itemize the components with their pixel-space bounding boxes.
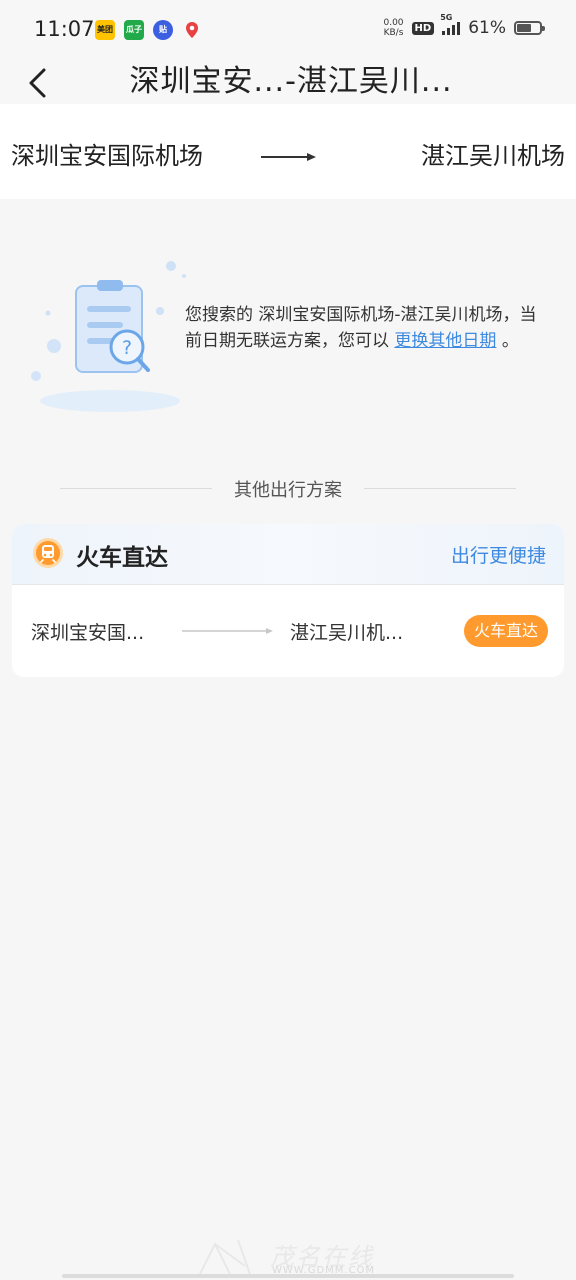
status-indicators: 0.00 KB/s HD 5G 61% [383,13,545,38]
net-speed-unit: KB/s [383,28,404,38]
net-speed-value: 0.00 [383,18,404,28]
battery-icon [514,21,545,35]
signal-icon: 5G [440,13,461,35]
card-title: 火车直达 [76,545,168,571]
more-convenient-link[interactable]: 出行更便捷 [451,541,546,568]
home-indicator[interactable] [62,1274,514,1278]
section-title: 其他出行方案 [234,480,342,501]
section-divider: 其他出行方案 [60,476,516,501]
status-bar: 11:07 美团 瓜子 贴 0.00 KB/s HD 5G 61% [0,0,576,62]
meituan-icon: 美团 [95,20,115,40]
train-direct-badge: 火车直达 [463,615,548,647]
segment-destination: 湛江吴川机... [290,622,404,644]
train-option-card[interactable]: 火车直达 出行更便捷 深圳宝安国... 湛江吴川机... 火车直达 [12,524,564,677]
route-origin: 深圳宝安国际机场 [11,142,203,170]
status-time: 11:07 [34,17,95,41]
arrow-right-icon [261,153,316,161]
back-button[interactable] [24,62,54,104]
route-header: 深圳宝安国际机场 湛江吴川机场 [0,104,576,199]
change-date-link[interactable]: 更换其他日期 [394,331,496,351]
battery-percent: 61% [468,18,506,38]
arrow-right-icon [182,628,273,634]
segment-origin: 深圳宝安国... [31,622,145,644]
nav-bar: 深圳宝安...-湛江吴川... [0,62,576,104]
no-result-illustration: ? [31,261,186,412]
page-title: 深圳宝安...-湛江吴川... [129,64,453,99]
net-speed: 0.00 KB/s [383,18,403,38]
chevron-left-icon [29,68,46,98]
hd-icon: HD [411,21,435,35]
notice-end: 。 [501,331,519,351]
map-pin-icon [182,20,202,40]
svg-text:?: ? [122,337,132,359]
train-icon [33,538,63,568]
notification-icons: 美团 瓜子 贴 [95,20,202,40]
card-header: 火车直达 出行更便捷 [12,524,564,585]
route-destination: 湛江吴川机场 [421,142,565,170]
guazi-icon: 瓜子 [124,20,144,40]
network-type: 5G [440,13,453,22]
no-plan-notice: 您搜索的 深圳宝安国际机场-湛江吴川机场，当前日期无联运方案，您可以 更换其他日… [185,302,550,354]
tieba-icon: 贴 [153,20,173,40]
